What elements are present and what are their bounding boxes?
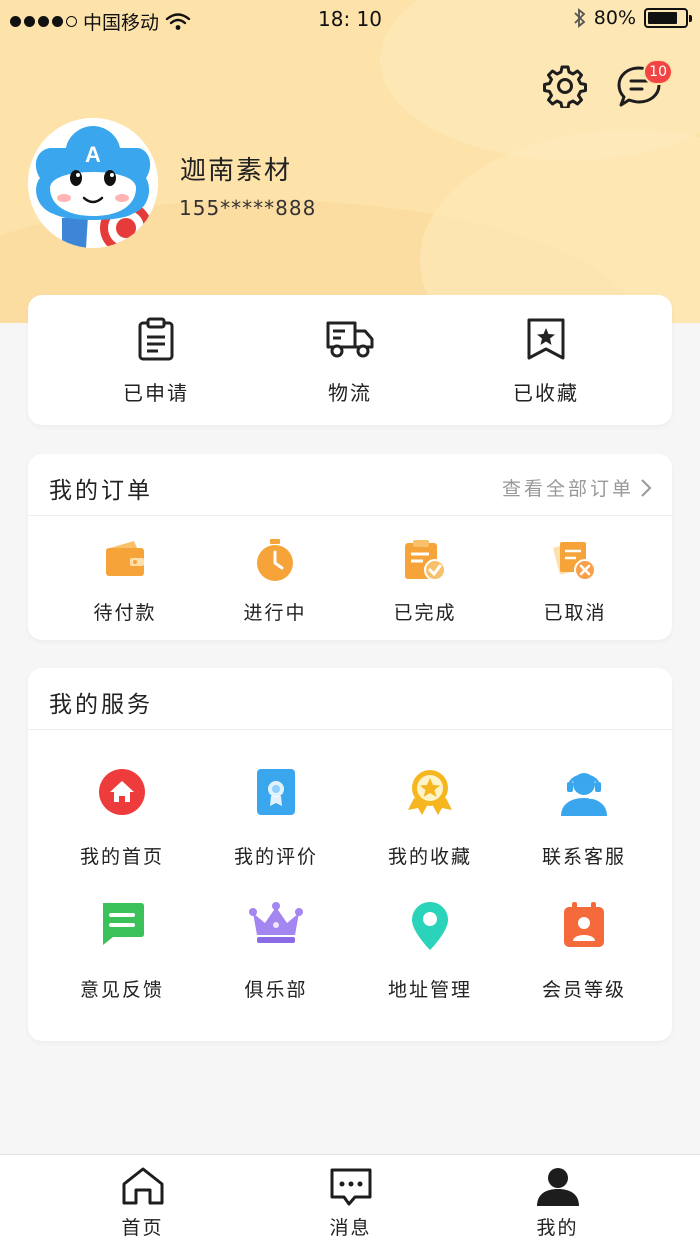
member-card-icon <box>564 902 604 947</box>
profile-phone: 155*****888 <box>179 196 317 220</box>
tab-label: 首页 <box>121 1217 164 1239</box>
quick-action-logistics[interactable]: 物流 <box>250 295 450 425</box>
order-status-in-progress[interactable]: 进行中 <box>200 516 350 640</box>
order-status-label: 待付款 <box>93 602 157 624</box>
quick-actions-card: 已申请 物流 已收藏 <box>28 295 672 425</box>
service-contact-support[interactable]: 联系客服 <box>509 768 659 888</box>
medal-icon <box>408 770 452 815</box>
feedback-message-icon <box>103 903 144 945</box>
tab-home[interactable]: 首页 <box>26 1155 259 1245</box>
home-icon <box>99 769 145 815</box>
service-club[interactable]: 俱乐部 <box>201 901 351 1021</box>
quick-action-label: 物流 <box>328 381 372 405</box>
quick-action-applied[interactable]: 已申请 <box>56 295 256 425</box>
crown-icon <box>249 902 303 943</box>
services-card: 我的服务 我的首页 我的评价 我的收藏 联系客服 意见反馈 俱乐部 地址管理 会… <box>28 668 672 1041</box>
orders-card: 我的订单 查看全部订单 待付款 进行中 已完成 已取消 <box>28 454 672 640</box>
service-my-reviews[interactable]: 我的评价 <box>201 768 351 888</box>
service-address-management[interactable]: 地址管理 <box>355 901 505 1021</box>
star-bookmark-icon <box>527 318 565 360</box>
battery-percent: 80% <box>593 7 636 29</box>
service-membership-level[interactable]: 会员等级 <box>509 901 659 1021</box>
service-label: 联系客服 <box>541 846 626 868</box>
settings-button[interactable] <box>543 64 587 112</box>
tab-label: 消息 <box>329 1217 372 1239</box>
order-status-label: 已完成 <box>393 602 457 624</box>
quick-action-label: 已申请 <box>123 381 189 405</box>
checked-clipboard-icon <box>405 540 446 581</box>
messages-badge: 10 <box>643 59 673 85</box>
service-my-favorites[interactable]: 我的收藏 <box>355 768 505 888</box>
service-label: 会员等级 <box>541 979 626 1001</box>
location-pin-icon <box>412 902 448 950</box>
svg-text:A: A <box>85 142 101 167</box>
service-label: 地址管理 <box>387 979 472 1001</box>
headset-agent-icon <box>561 773 607 816</box>
service-label: 俱乐部 <box>244 979 308 1001</box>
service-label: 我的首页 <box>79 846 164 868</box>
clipboard-icon <box>138 317 174 361</box>
order-status-completed[interactable]: 已完成 <box>350 516 500 640</box>
service-label: 我的收藏 <box>387 846 472 868</box>
battery-icon <box>644 8 692 28</box>
mascot-avatar: A <box>28 118 158 248</box>
order-status-label: 进行中 <box>243 602 307 624</box>
profile-name: 迦南素材 <box>180 156 293 186</box>
cancelled-docs-icon <box>553 541 596 581</box>
avatar[interactable]: A <box>28 118 158 248</box>
service-my-homepage[interactable]: 我的首页 <box>47 768 197 888</box>
tab-label: 我的 <box>536 1217 579 1239</box>
orders-header: 我的订单 查看全部订单 <box>28 454 672 516</box>
tab-profile[interactable]: 我的 <box>441 1155 674 1245</box>
orders-title: 我的订单 <box>49 478 153 504</box>
service-label: 意见反馈 <box>79 979 164 1001</box>
message-outline-icon <box>330 1168 371 1206</box>
quick-action-label: 已收藏 <box>513 381 579 405</box>
truck-icon <box>326 321 374 358</box>
tab-bar: 首页 消息 我的 <box>0 1154 700 1245</box>
services-header: 我的服务 <box>28 668 672 730</box>
bluetooth-icon <box>574 8 586 28</box>
services-title: 我的服务 <box>49 692 153 718</box>
order-status-cancelled[interactable]: 已取消 <box>500 516 650 640</box>
quick-action-favorited[interactable]: 已收藏 <box>446 295 646 425</box>
order-status-pending-payment[interactable]: 待付款 <box>50 516 200 640</box>
gear-icon <box>543 65 587 110</box>
service-feedback[interactable]: 意见反馈 <box>47 901 197 1021</box>
messages-button[interactable]: 10 <box>617 59 673 113</box>
person-icon <box>536 1168 579 1206</box>
certificate-icon <box>257 769 295 815</box>
timer-icon <box>257 539 293 581</box>
tab-messages[interactable]: 消息 <box>234 1155 467 1245</box>
status-bar: 中国移动 18: 10 80% <box>0 0 700 38</box>
service-label: 我的评价 <box>233 846 318 868</box>
chevron-right-icon <box>641 478 652 497</box>
order-status-label: 已取消 <box>543 602 607 624</box>
home-outline-icon <box>122 1167 163 1205</box>
view-all-orders-link[interactable]: 查看全部订单 <box>502 474 652 501</box>
view-all-orders-label: 查看全部订单 <box>501 478 634 500</box>
wallet-icon <box>106 541 144 576</box>
